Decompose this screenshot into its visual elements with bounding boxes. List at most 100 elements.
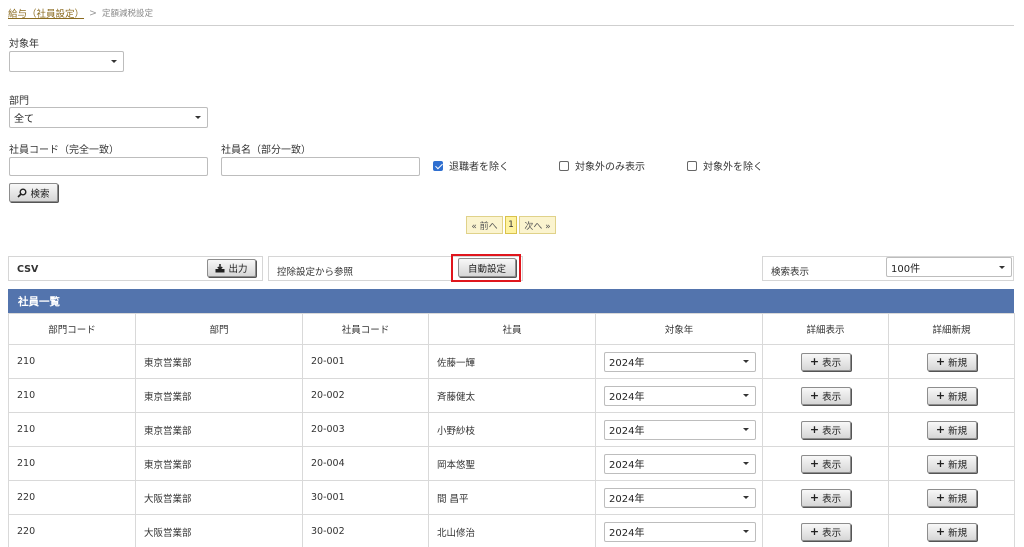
cell-detail-new: + 新規 — [888, 446, 1015, 481]
year-row-select[interactable]: 2024年 — [604, 385, 756, 406]
export-button-label: 出力 — [228, 264, 248, 275]
cell-detail-new: + 新規 — [888, 378, 1015, 413]
display-count-select[interactable]: 100件 — [886, 257, 1012, 277]
chevron-down-icon — [111, 60, 117, 63]
cell-emp-code: 30-001 — [302, 480, 429, 515]
year-row-select-value: 2024年 — [609, 528, 645, 539]
cell-emp-code: 20-002 — [302, 378, 429, 413]
cell-emp: 斉藤健太 — [428, 378, 596, 413]
year-row-select[interactable]: 2024年 — [604, 351, 756, 372]
exclude-excluded-label: 対象外を除く — [703, 162, 763, 173]
plus-icon: + — [935, 491, 946, 504]
search-button[interactable]: 検索 — [9, 183, 58, 202]
view-detail-button[interactable]: + 表示 — [800, 352, 851, 371]
year-row-select-value: 2024年 — [609, 494, 645, 505]
chevron-down-icon — [743, 394, 749, 397]
chevron-down-icon — [999, 265, 1005, 269]
cell-year: 2024年 — [595, 480, 763, 515]
new-detail-button-label: 新規 — [948, 527, 968, 539]
search-icon — [17, 188, 27, 198]
cell-dept-code: 210 — [8, 412, 136, 447]
emp-code-input[interactable] — [9, 157, 208, 176]
cell-dept: 東京営業部 — [135, 412, 303, 447]
new-detail-button-label: 新規 — [948, 459, 968, 471]
cell-year: 2024年 — [595, 514, 763, 547]
display-count-value: 100件 — [891, 263, 921, 275]
view-detail-button[interactable]: + 表示 — [800, 386, 851, 405]
view-detail-button[interactable]: + 表示 — [800, 522, 851, 541]
pager-page-current[interactable]: 1 — [505, 216, 517, 234]
new-detail-button[interactable]: + 新規 — [926, 522, 977, 541]
view-detail-button[interactable]: + 表示 — [800, 420, 851, 439]
new-detail-button-label: 新規 — [948, 493, 968, 505]
csv-label: CSV — [17, 264, 39, 275]
chevron-down-icon — [743, 462, 749, 465]
cell-dept-code: 210 — [8, 378, 136, 413]
year-row-select-value: 2024年 — [609, 358, 645, 369]
table-row: 220 大阪営業部 30-001 間 昌平 2024年 + 表示 + 新規 — [8, 480, 1015, 515]
breadcrumb: 給与（社員設定） > 定額減税設定 — [8, 6, 153, 21]
dept-select[interactable]: 全て — [9, 107, 208, 128]
cell-dept: 大阪営業部 — [135, 480, 303, 515]
cell-detail-new: + 新規 — [888, 412, 1015, 447]
exclude-retired-checkbox[interactable]: 退職者を除く — [433, 158, 509, 173]
new-detail-button[interactable]: + 新規 — [926, 352, 977, 371]
pager-prev[interactable]: « 前へ — [466, 216, 503, 234]
cell-emp-code: 30-002 — [302, 514, 429, 547]
exclude-excluded-checkbox[interactable]: 対象外を除く — [687, 158, 763, 173]
only-excluded-label: 対象外のみ表示 — [575, 162, 645, 173]
pager-next[interactable]: 次へ » — [519, 216, 556, 234]
year-row-select[interactable]: 2024年 — [604, 419, 756, 440]
plus-icon: + — [935, 423, 946, 436]
cell-year: 2024年 — [595, 412, 763, 447]
table-row: 210 東京営業部 20-002 斉藤健太 2024年 + 表示 + 新規 — [8, 378, 1015, 413]
cell-dept: 大阪営業部 — [135, 514, 303, 547]
cell-detail-new: + 新規 — [888, 514, 1015, 547]
export-button[interactable]: 出力 — [207, 259, 256, 277]
cell-detail-new: + 新規 — [888, 344, 1015, 379]
cell-year: 2024年 — [595, 446, 763, 481]
table-header-row: 部門コード 部門 社員コード 社員 対象年 詳細表示 詳細新規 — [8, 313, 1015, 345]
year-row-select[interactable]: 2024年 — [604, 453, 756, 474]
view-detail-button[interactable]: + 表示 — [800, 488, 851, 507]
cell-dept: 東京営業部 — [135, 378, 303, 413]
cell-emp: 間 昌平 — [428, 480, 596, 515]
plus-icon: + — [935, 389, 946, 402]
display-count-label: 検索表示 — [771, 267, 810, 278]
only-excluded-checkbox[interactable]: 対象外のみ表示 — [559, 158, 645, 173]
year-row-select[interactable]: 2024年 — [604, 521, 756, 542]
pagination: « 前へ 1 次へ » — [466, 216, 556, 234]
view-detail-button[interactable]: + 表示 — [800, 454, 851, 473]
cell-detail-view: + 表示 — [762, 514, 889, 547]
new-detail-button[interactable]: + 新規 — [926, 386, 977, 405]
breadcrumb-parent-link[interactable]: 給与（社員設定） — [8, 6, 84, 20]
emp-name-input[interactable] — [221, 157, 420, 176]
new-detail-button[interactable]: + 新規 — [926, 454, 977, 473]
col-dept: 部門 — [135, 313, 303, 345]
chevron-down-icon — [743, 496, 749, 499]
col-dept-code: 部門コード — [8, 313, 136, 345]
year-row-select-value: 2024年 — [609, 426, 645, 437]
year-row-select[interactable]: 2024年 — [604, 487, 756, 508]
cell-dept: 東京営業部 — [135, 344, 303, 379]
chevron-down-icon — [743, 530, 749, 533]
dept-select-value: 全て — [14, 114, 34, 125]
new-detail-button[interactable]: + 新規 — [926, 420, 977, 439]
cell-emp: 北山修治 — [428, 514, 596, 547]
chevron-down-icon — [743, 428, 749, 431]
new-detail-button[interactable]: + 新規 — [926, 488, 977, 507]
cell-dept-code: 210 — [8, 344, 136, 379]
table-row: 210 東京営業部 20-004 岡本悠聖 2024年 + 表示 + 新規 — [8, 446, 1015, 481]
col-detail-new: 詳細新規 — [888, 313, 1015, 345]
year-select[interactable] — [9, 51, 124, 72]
col-emp-code: 社員コード — [302, 313, 429, 345]
cell-dept-code: 220 — [8, 480, 136, 515]
cell-detail-view: + 表示 — [762, 344, 889, 379]
cell-dept-code: 210 — [8, 446, 136, 481]
year-label: 対象年 — [9, 39, 39, 50]
view-detail-button-label: 表示 — [822, 527, 842, 539]
checkbox-checked-icon — [433, 160, 443, 171]
breadcrumb-divider — [8, 25, 1014, 26]
view-detail-button-label: 表示 — [822, 493, 842, 505]
auto-setting-button[interactable]: 自動設定 — [458, 258, 516, 277]
